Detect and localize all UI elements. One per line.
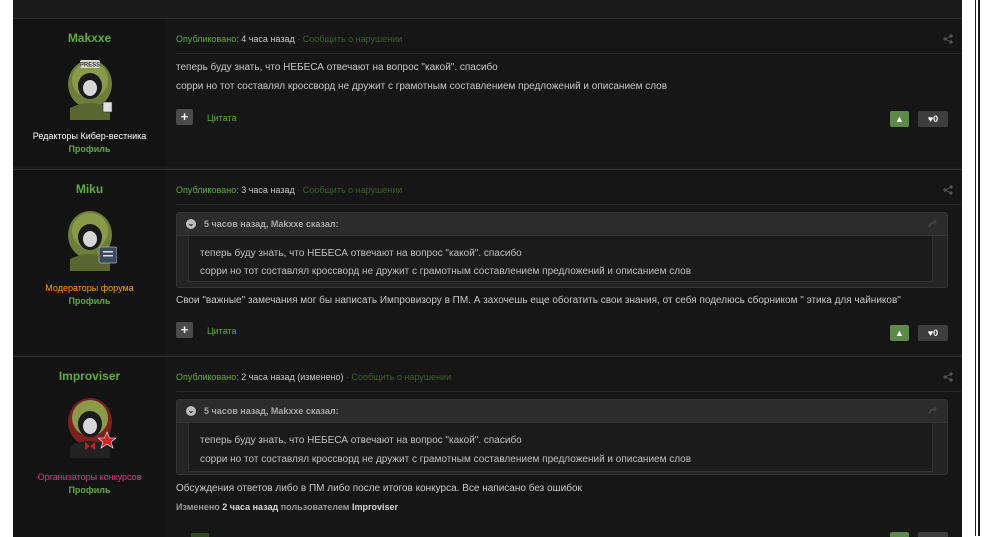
- quote-block: ⌄ 5 часов назад, Makxxe сказал: теперь б…: [176, 212, 948, 288]
- scroll-track-divider: [975, 0, 976, 536]
- report-link[interactable]: Сообщить о нарушении: [303, 34, 403, 44]
- author-avatar[interactable]: [63, 392, 117, 458]
- quote-text-line: сорри но тот составлял кроссворд не друж…: [200, 454, 692, 465]
- quote-body: теперь буду знать, что НЕБЕСА отвечают н…: [188, 422, 933, 472]
- post-divider: [176, 53, 961, 54]
- quote-button[interactable]: Цитата: [207, 326, 237, 336]
- reply-arrow-icon[interactable]: [927, 218, 939, 230]
- quote-citation: 5 часов назад, Makxxe сказал:: [204, 219, 339, 229]
- report-link[interactable]: Сообщить о нарушении: [303, 185, 403, 195]
- posted-label: Опубликовано:: [176, 372, 239, 382]
- quote-button-partial[interactable]: [191, 533, 209, 537]
- post-divider: [176, 391, 961, 392]
- meta-separator: ·: [297, 185, 301, 195]
- quote-block: ⌄ 5 часов назад, Makxxe сказал: теперь б…: [176, 399, 948, 475]
- author-group: Организаторы конкурсов: [37, 472, 142, 482]
- share-icon[interactable]: [943, 372, 953, 382]
- quote-body: теперь буду знать, что НЕБЕСА отвечают н…: [188, 235, 933, 282]
- post-author-panel: Miku Модераторы форума Профиль: [13, 170, 166, 354]
- post-meta: Опубликовано: 3 часа назад · Сообщить о …: [176, 185, 402, 195]
- author-name[interactable]: Makxxe: [13, 31, 166, 45]
- chevron-down-icon[interactable]: ⌄: [186, 219, 196, 229]
- multiquote-button[interactable]: +: [176, 109, 193, 125]
- quote-text-line: теперь буду знать, что НЕБЕСА отвечают н…: [200, 248, 522, 259]
- post-makxxe: Makxxe PRESS Редакторы Кибер-вестника Пр…: [13, 18, 962, 166]
- report-link[interactable]: Сообщить о нарушении: [352, 372, 452, 382]
- post-text-line: Свои "важные" замечания мог бы написать …: [176, 295, 901, 306]
- arrow-up-icon: ▲: [895, 114, 904, 124]
- upvote-button-partial[interactable]: [890, 532, 909, 537]
- post-meta: Опубликовано: 4 часа назад · Сообщить о …: [176, 34, 402, 44]
- scrollbar[interactable]: [978, 0, 980, 536]
- meta-separator: ·: [346, 372, 350, 382]
- author-group: Редакторы Кибер-вестника: [32, 131, 147, 141]
- likes-counter[interactable]: ♥0: [918, 325, 948, 341]
- likes-counter[interactable]: ♥0: [918, 111, 948, 127]
- share-icon[interactable]: [943, 185, 953, 195]
- likes-counter-partial[interactable]: [918, 532, 948, 537]
- post-text-line: теперь буду знать, что НЕБЕСА отвечают н…: [176, 62, 498, 73]
- posted-label: Опубликовано:: [176, 34, 239, 44]
- author-group: Модераторы форума: [45, 283, 134, 293]
- post-text-line: сорри но тот составлял кроссворд не друж…: [176, 81, 668, 92]
- profile-link[interactable]: Профиль: [13, 485, 166, 495]
- post-text-line: Обсуждения ответов либо в ПМ либо после …: [176, 483, 582, 494]
- post-meta: Опубликовано: 2 часа назад (изменено) · …: [176, 372, 451, 382]
- upvote-button[interactable]: ▲: [890, 325, 909, 341]
- share-icon[interactable]: [943, 34, 953, 44]
- quote-text-line: теперь буду знать, что НЕБЕСА отвечают н…: [200, 435, 522, 446]
- reply-arrow-icon[interactable]: [927, 405, 939, 417]
- post-author-panel: Makxxe PRESS Редакторы Кибер-вестника Пр…: [13, 19, 166, 166]
- post-time[interactable]: 2 часа назад: [241, 372, 294, 382]
- author-avatar[interactable]: [63, 205, 117, 271]
- profile-link[interactable]: Профиль: [13, 144, 166, 154]
- posted-label: Опубликовано:: [176, 185, 239, 195]
- author-name[interactable]: Miku: [13, 182, 166, 196]
- post-improviser: Improviser Организаторы конкурсов Профил…: [13, 356, 962, 537]
- plus-icon: +: [180, 109, 189, 124]
- author-avatar[interactable]: PRESS: [63, 54, 117, 120]
- post-time[interactable]: 3 часа назад: [241, 185, 294, 195]
- quote-text-line: сорри но тот составлял кроссворд не друж…: [200, 266, 692, 277]
- meta-separator: ·: [297, 34, 301, 44]
- chevron-down-icon[interactable]: ⌄: [186, 406, 196, 416]
- upvote-button[interactable]: ▲: [890, 111, 909, 127]
- post-miku: Miku Модераторы форума Профиль Опубликов…: [13, 169, 962, 354]
- post-divider: [176, 204, 961, 205]
- svg-text:PRESS: PRESS: [80, 63, 100, 69]
- edit-note: Изменено 2 часа назад пользователем Impr…: [176, 502, 398, 512]
- plus-icon: +: [180, 322, 189, 337]
- likes-count: 0: [933, 114, 939, 124]
- arrow-up-icon: ▲: [895, 328, 904, 338]
- quote-header[interactable]: ⌄ 5 часов назад, Makxxe сказал:: [177, 400, 947, 423]
- post-time[interactable]: 4 часа назад: [241, 34, 294, 44]
- quote-citation: 5 часов назад, Makxxe сказал:: [204, 406, 339, 416]
- edited-tag: (изменено): [297, 372, 344, 382]
- profile-link[interactable]: Профиль: [13, 296, 166, 306]
- multiquote-button[interactable]: +: [176, 322, 193, 338]
- author-name[interactable]: Improviser: [13, 369, 166, 383]
- likes-count: 0: [933, 328, 939, 338]
- post-author-panel: Improviser Организаторы конкурсов Профил…: [13, 357, 166, 537]
- quote-button[interactable]: Цитата: [207, 113, 237, 123]
- quote-header[interactable]: ⌄ 5 часов назад, Makxxe сказал:: [177, 213, 947, 236]
